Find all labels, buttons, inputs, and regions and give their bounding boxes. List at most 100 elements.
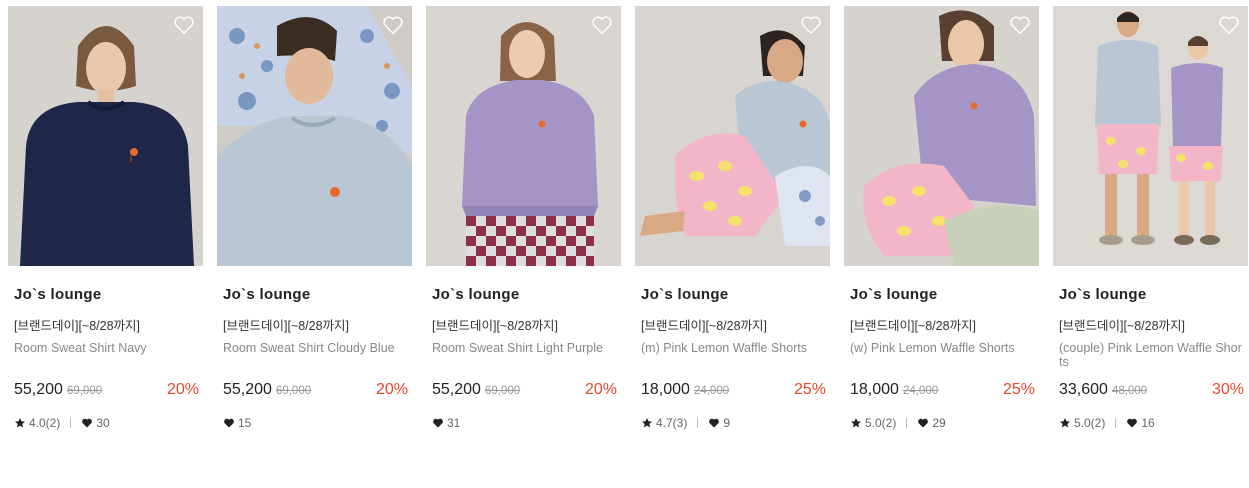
product-card[interactable]: Jo`s lounge [브랜드데이][~8/28까지] (w) Pink Le… <box>844 6 1039 431</box>
rating: 5.0(2) <box>1059 416 1105 430</box>
product-name[interactable]: Room Sweat Shirt Navy <box>8 341 203 371</box>
brand-name[interactable]: Jo`s lounge <box>1053 286 1248 306</box>
heart-icon <box>1127 418 1138 428</box>
price-row: 55,200 69,000 20% <box>426 381 621 401</box>
product-image[interactable] <box>635 6 830 266</box>
heart-icon <box>433 418 443 428</box>
divider <box>906 418 908 428</box>
product-card[interactable]: Jo`s lounge [브랜드데이][~8/28까지] Room Sweat … <box>217 6 412 431</box>
product-image[interactable] <box>844 6 1039 266</box>
product-meta: 31 <box>426 415 621 431</box>
product-meta: 4.7(3) 9 <box>635 415 830 431</box>
promo-label: [브랜드데이][~8/28까지] <box>641 319 768 333</box>
discount-rate: 30% <box>1211 381 1244 398</box>
promo-label: [브랜드데이][~8/28까지] <box>223 319 350 333</box>
product-card[interactable]: Jo`s lounge [브랜드데이][~8/28까지] Room Sweat … <box>8 6 203 431</box>
like-count: 16 <box>1141 416 1155 430</box>
product-name[interactable]: (w) Pink Lemon Waffle Shorts <box>844 341 1039 371</box>
product-meta: 4.0(2) 30 <box>8 415 203 431</box>
promo-label: [브랜드데이][~8/28까지] <box>14 319 141 333</box>
heart-outline-icon[interactable] <box>382 14 404 36</box>
star-icon <box>642 418 652 428</box>
original-price: 24,000 <box>902 385 939 397</box>
product-photo-pink-lemon-shorts-women <box>844 6 1039 266</box>
rating: 5.0(2) <box>850 416 896 430</box>
likes: 30 <box>81 416 110 430</box>
promo-label: [브랜드데이][~8/28까지] <box>432 319 559 333</box>
product-meta: 15 <box>217 415 412 431</box>
product-photo-pink-lemon-shorts-men <box>635 6 830 266</box>
price-row: 55,200 69,000 20% <box>8 381 203 401</box>
price-row: 33,600 48,000 30% <box>1053 381 1248 401</box>
heart-outline-icon[interactable] <box>800 14 822 36</box>
sale-price: 33,600 <box>1059 381 1108 398</box>
price-row: 55,200 69,000 20% <box>217 381 412 401</box>
sale-price: 18,000 <box>850 381 899 398</box>
divider <box>697 418 699 428</box>
brand-name[interactable]: Jo`s lounge <box>217 286 412 306</box>
sale-price: 55,200 <box>14 381 63 398</box>
like-count: 9 <box>723 416 731 430</box>
product-card[interactable]: Jo`s lounge [브랜드데이][~8/28까지] Room Sweat … <box>426 6 621 431</box>
discount-rate: 25% <box>1002 381 1035 398</box>
divider <box>70 418 72 428</box>
product-image[interactable] <box>426 6 621 266</box>
discount-rate: 20% <box>584 381 617 398</box>
like-count: 29 <box>932 416 946 430</box>
brand-name[interactable]: Jo`s lounge <box>844 286 1039 306</box>
product-image[interactable] <box>1053 6 1248 266</box>
likes: 16 <box>1126 416 1155 430</box>
original-price: 24,000 <box>693 385 730 397</box>
rating-value: 5.0(2) <box>865 416 897 430</box>
heart-outline-icon[interactable] <box>173 14 195 36</box>
product-photo-navy-sweatshirt <box>8 6 203 266</box>
heart-icon <box>709 418 720 428</box>
divider <box>1115 418 1117 428</box>
price-row: 18,000 24,000 25% <box>635 381 830 401</box>
discount-rate: 25% <box>793 381 826 398</box>
heart-outline-icon[interactable] <box>1218 14 1240 36</box>
brand-name[interactable]: Jo`s lounge <box>426 286 621 306</box>
original-price: 69,000 <box>484 385 521 397</box>
likes: 9 <box>708 416 730 430</box>
heart-icon <box>82 418 93 428</box>
rating-value: 4.0(2) <box>29 416 61 430</box>
brand-name[interactable]: Jo`s lounge <box>635 286 830 306</box>
promo-label: [브랜드데이][~8/28까지] <box>1059 319 1186 333</box>
discount-rate: 20% <box>166 381 199 398</box>
heart-outline-icon[interactable] <box>591 14 613 36</box>
star-icon <box>1060 418 1070 428</box>
product-name[interactable]: (m) Pink Lemon Waffle Shorts <box>635 341 830 371</box>
sale-price: 55,200 <box>223 381 272 398</box>
heart-icon <box>224 418 234 428</box>
like-count: 15 <box>238 416 252 430</box>
discount-rate: 20% <box>375 381 408 398</box>
product-card[interactable]: Jo`s lounge [브랜드데이][~8/28까지] (couple) Pi… <box>1053 6 1248 431</box>
rating: 4.7(3) <box>641 416 687 430</box>
product-image[interactable] <box>217 6 412 266</box>
original-price: 69,000 <box>66 385 103 397</box>
likes: 29 <box>917 416 946 430</box>
heart-icon <box>918 418 929 428</box>
star-icon <box>15 418 25 428</box>
product-image[interactable] <box>8 6 203 266</box>
brand-name[interactable]: Jo`s lounge <box>8 286 203 306</box>
product-card[interactable]: Jo`s lounge [브랜드데이][~8/28까지] (m) Pink Le… <box>635 6 830 431</box>
product-name[interactable]: (couple) Pink Lemon Waffle Shorts <box>1053 341 1248 371</box>
product-name[interactable]: Room Sweat Shirt Cloudy Blue <box>217 341 412 371</box>
likes: 15 <box>223 416 251 430</box>
product-meta: 5.0(2) 29 <box>844 415 1039 431</box>
sale-price: 18,000 <box>641 381 690 398</box>
like-count: 31 <box>447 416 461 430</box>
promo-label: [브랜드데이][~8/28까지] <box>850 319 977 333</box>
rating: 4.0(2) <box>14 416 60 430</box>
product-photo-purple-sweatshirt <box>426 6 621 266</box>
sale-price: 55,200 <box>432 381 481 398</box>
product-photo-couple-lemon-shorts <box>1053 6 1248 266</box>
product-name[interactable]: Room Sweat Shirt Light Purple <box>426 341 621 371</box>
like-count: 30 <box>96 416 110 430</box>
likes: 31 <box>432 416 460 430</box>
star-icon <box>851 418 861 428</box>
product-grid: Jo`s lounge [브랜드데이][~8/28까지] Room Sweat … <box>8 6 1248 431</box>
heart-outline-icon[interactable] <box>1009 14 1031 36</box>
